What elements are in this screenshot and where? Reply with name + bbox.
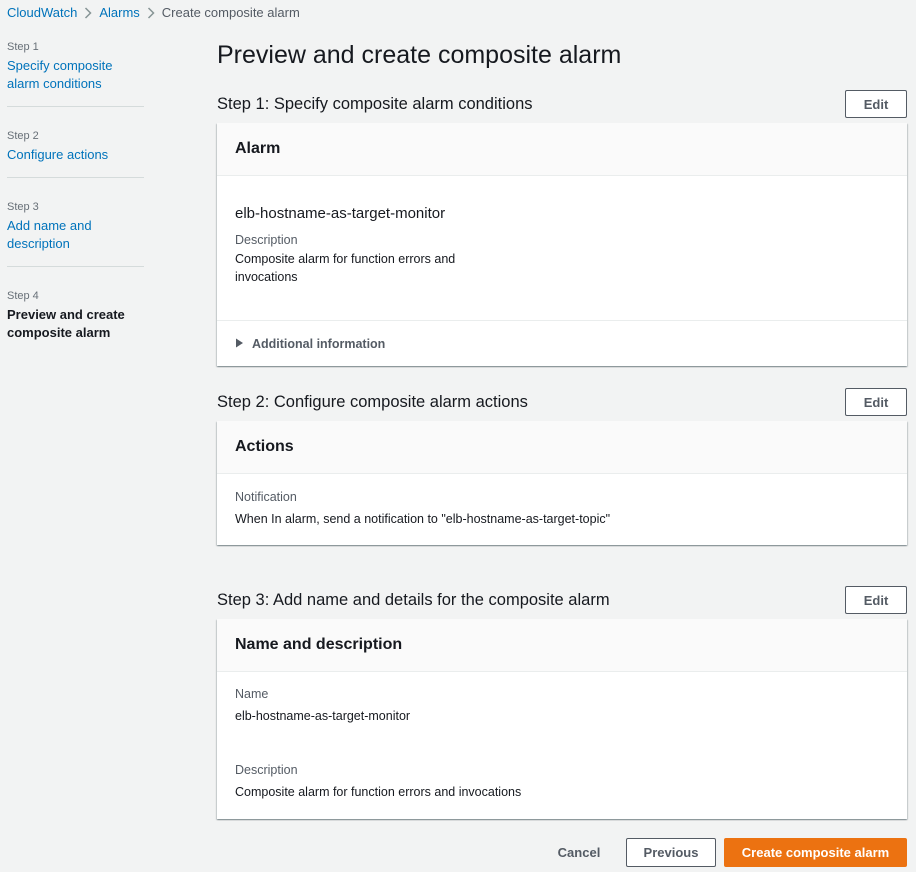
caret-right-icon	[235, 337, 252, 351]
edit-step-2-button[interactable]: Edit	[845, 388, 907, 416]
name-label: Name	[235, 687, 269, 701]
edit-step-3-button[interactable]: Edit	[845, 586, 907, 614]
breadcrumb: CloudWatch Alarms Create composite alarm	[7, 3, 300, 21]
alarm-card: Alarm elb-hostname-as-target-monitor Des…	[217, 123, 907, 366]
name-value: elb-hostname-as-target-monitor	[235, 709, 411, 723]
actions-card-body: Notification When In alarm, send a notif…	[217, 474, 907, 528]
step-divider	[7, 177, 144, 178]
step-number: Step 4	[7, 290, 39, 302]
step-3: Step 3 Add name and description	[7, 200, 144, 253]
breadcrumb-alarms[interactable]: Alarms	[99, 5, 139, 20]
breadcrumb-current: Create composite alarm	[161, 4, 300, 20]
name-description-card-title: Name and description	[217, 619, 907, 672]
step-number: Step 3	[7, 201, 39, 213]
description-label: Description	[235, 763, 298, 777]
step-1: Step 1 Specify composite alarm condition…	[7, 40, 144, 93]
section-1-heading: Step 1: Specify composite alarm conditio…	[217, 94, 533, 113]
step-link-specify-conditions[interactable]: Specify composite alarm conditions	[7, 57, 144, 93]
cancel-button[interactable]: Cancel	[547, 838, 611, 867]
notification-value: When In alarm, send a notification to "e…	[235, 512, 611, 526]
description-label: Description	[235, 233, 298, 247]
step-divider	[7, 266, 144, 267]
step-link-add-name[interactable]: Add name and description	[7, 217, 144, 253]
step-divider	[7, 106, 144, 107]
description-value: Composite alarm for function errors and …	[235, 252, 456, 284]
edit-step-1-button[interactable]: Edit	[845, 90, 907, 118]
name-description-card-body: Name elb-hostname-as-target-monitor Desc…	[217, 672, 907, 801]
wizard-steps-nav: Step 1 Specify composite alarm condition…	[7, 40, 144, 342]
alarm-card-body: elb-hostname-as-target-monitor Descripti…	[217, 176, 907, 320]
section-1-header: Step 1: Specify composite alarm conditio…	[217, 89, 907, 119]
step-link-configure-actions[interactable]: Configure actions	[7, 146, 144, 164]
alarm-card-title: Alarm	[217, 123, 907, 176]
section-2-heading: Step 2: Configure composite alarm action…	[217, 392, 528, 411]
previous-button[interactable]: Previous	[626, 838, 716, 867]
chevron-right-icon	[77, 5, 99, 20]
description-value: Composite alarm for function errors and …	[235, 785, 522, 799]
step-2: Step 2 Configure actions	[7, 129, 144, 164]
chevron-right-icon	[140, 5, 162, 20]
breadcrumb-cloudwatch[interactable]: CloudWatch	[7, 5, 77, 20]
step-number: Step 2	[7, 130, 39, 142]
notification-label: Notification	[235, 490, 297, 504]
alarm-name: elb-hostname-as-target-monitor	[235, 205, 446, 222]
actions-card: Actions Notification When In alarm, send…	[217, 421, 907, 545]
wizard-footer: Cancel Previous Create composite alarm	[217, 838, 907, 868]
section-2-header: Step 2: Configure composite alarm action…	[217, 387, 907, 417]
page-title: Preview and create composite alarm	[217, 41, 622, 69]
create-composite-alarm-button[interactable]: Create composite alarm	[724, 838, 907, 867]
step-number: Step 1	[7, 41, 39, 53]
additional-information-label: Additional information	[252, 336, 386, 351]
section-3-header: Step 3: Add name and details for the com…	[217, 585, 907, 615]
step-4: Step 4 Preview and create composite alar…	[7, 289, 144, 342]
additional-information-expander[interactable]: Additional information	[217, 320, 907, 366]
actions-card-title: Actions	[217, 421, 907, 474]
step-current-preview: Preview and create composite alarm	[7, 307, 125, 340]
name-description-card: Name and description Name elb-hostname-a…	[217, 619, 907, 819]
section-3-heading: Step 3: Add name and details for the com…	[217, 590, 610, 609]
